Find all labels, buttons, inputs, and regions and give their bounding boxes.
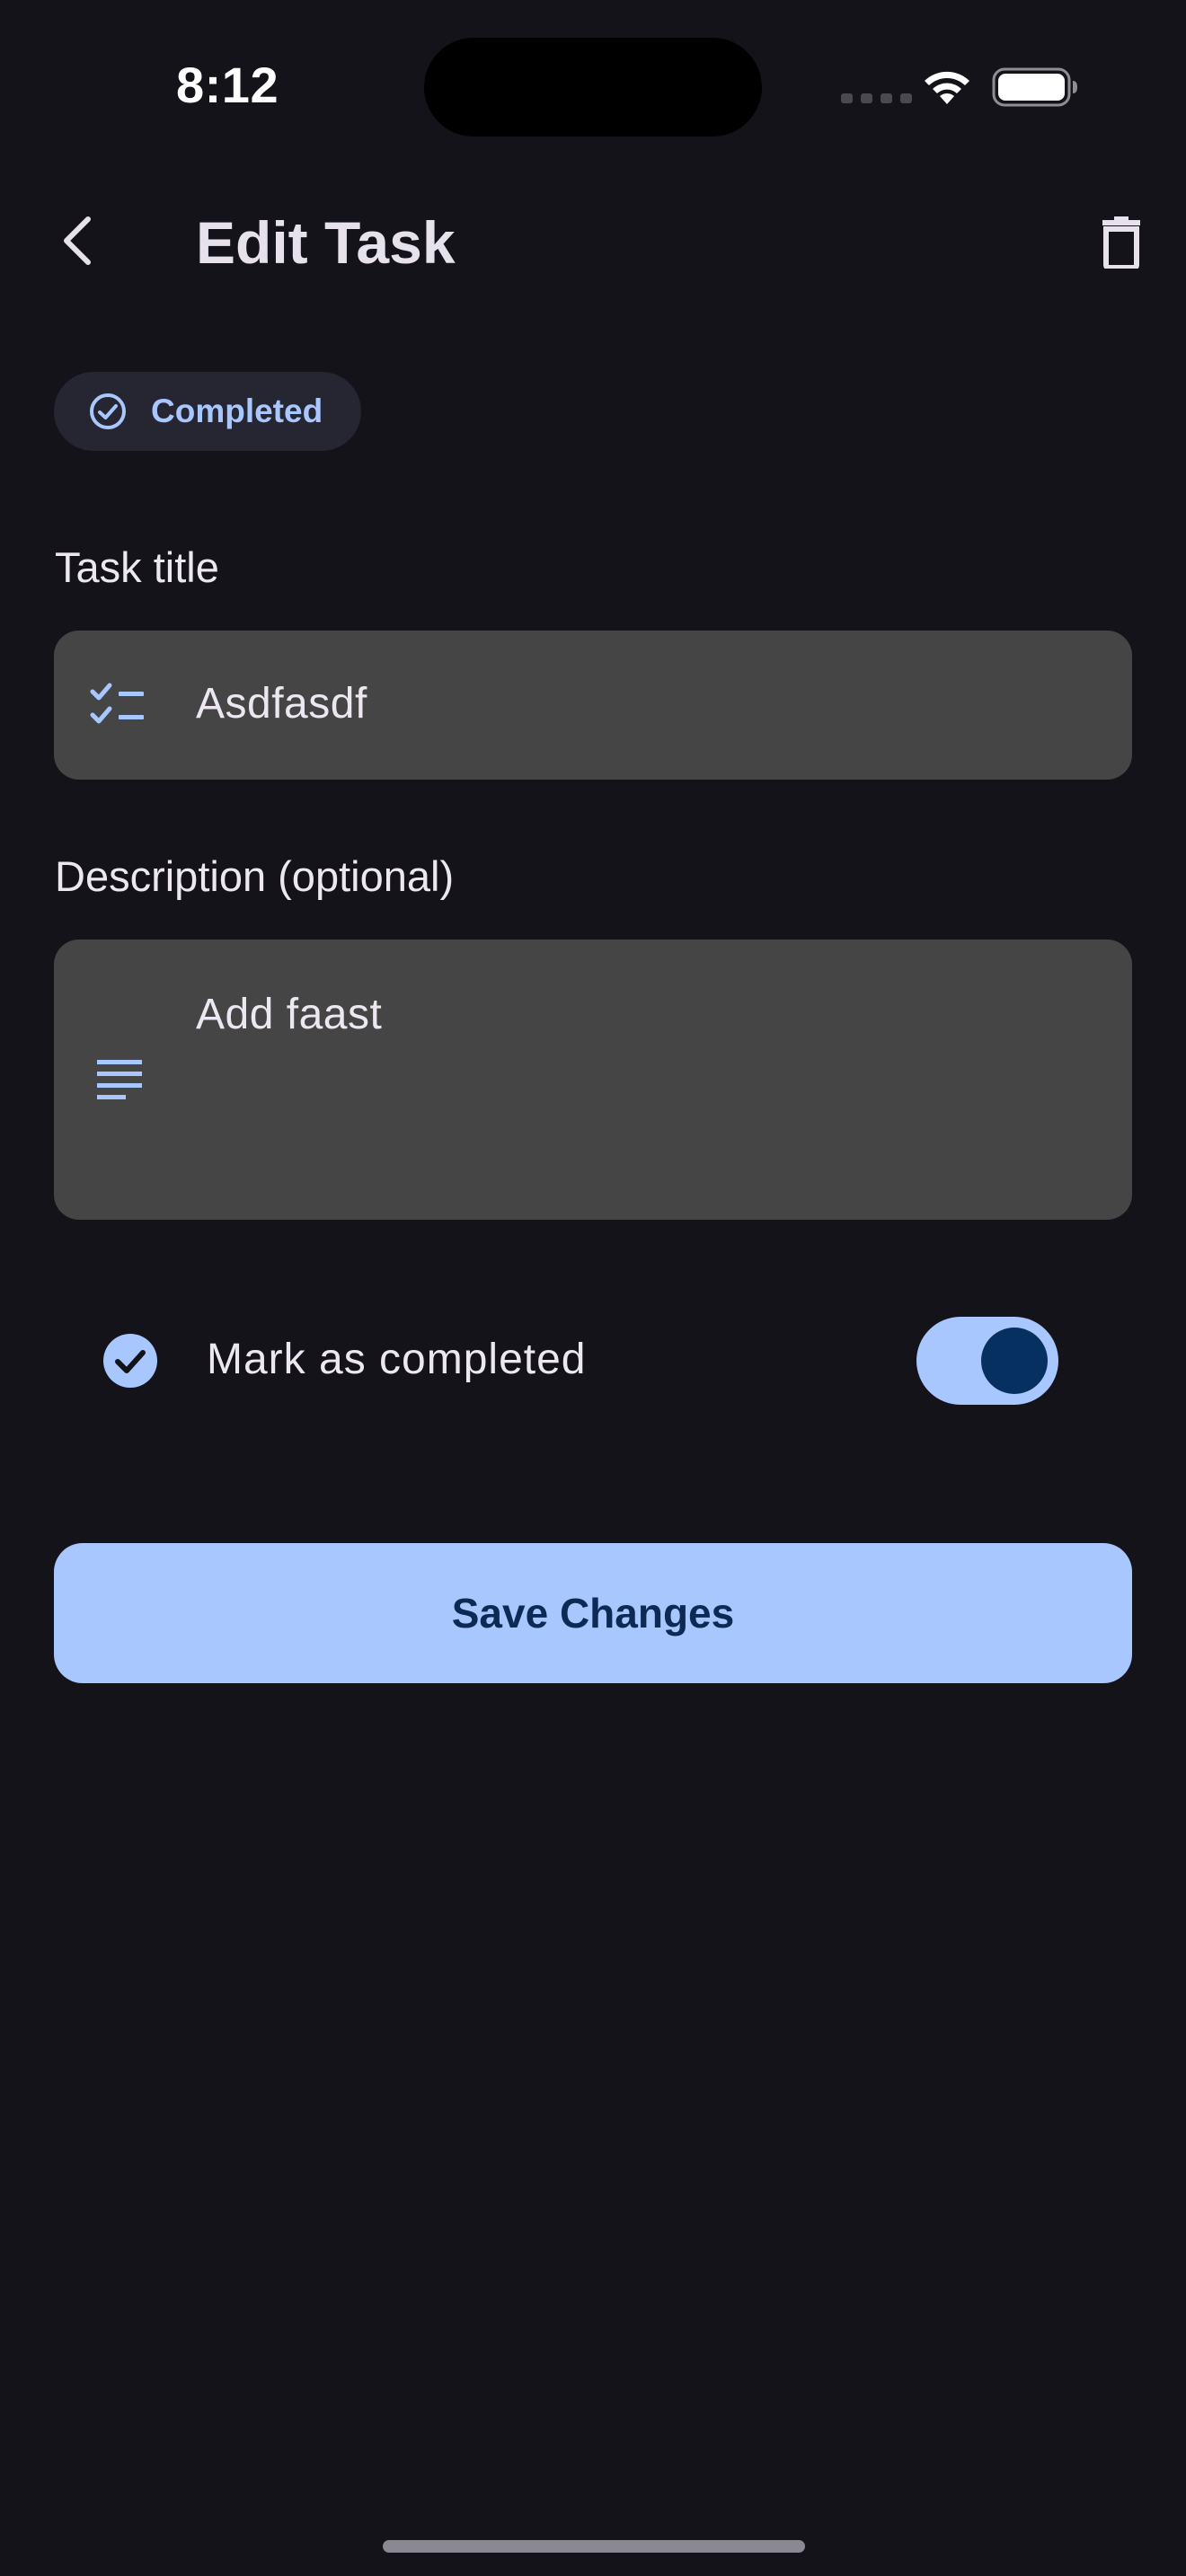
- notes-lines-icon: [97, 1060, 142, 1099]
- save-changes-button[interactable]: Save Changes: [54, 1543, 1132, 1683]
- mark-completed-toggle[interactable]: [916, 1317, 1058, 1405]
- checklist-icon: [90, 683, 144, 724]
- check-circle-filled-icon: [103, 1334, 157, 1388]
- description-value: Add faast: [196, 991, 383, 1038]
- page-title: Edit Task: [196, 209, 456, 276]
- check-circle-outline-icon: [90, 393, 126, 429]
- task-title-value: Asdfasdf: [196, 680, 367, 728]
- task-title-label: Task title: [55, 543, 219, 591]
- delete-button[interactable]: [1084, 205, 1159, 280]
- description-input[interactable]: Add faast: [54, 940, 1132, 1220]
- task-title-input[interactable]: Asdfasdf: [54, 631, 1132, 780]
- cellular-signal-icon: [841, 93, 912, 103]
- edit-task-screen: 8:12 Edit Task Completed Task title Asdf…: [0, 0, 1186, 2576]
- status-chip: Completed: [54, 372, 361, 451]
- home-indicator[interactable]: [383, 2540, 805, 2553]
- dynamic-island: [424, 38, 762, 137]
- trash-icon: [1102, 216, 1140, 269]
- mark-completed-row[interactable]: Mark as completed: [54, 1293, 1132, 1428]
- chevron-left-icon: [64, 216, 91, 265]
- status-chip-label: Completed: [151, 393, 323, 429]
- status-bar-time: 8:12: [176, 57, 279, 113]
- back-button[interactable]: [40, 203, 115, 278]
- battery-icon: [992, 67, 1077, 107]
- wifi-icon: [925, 71, 969, 104]
- toggle-thumb: [981, 1328, 1048, 1394]
- mark-completed-label: Mark as completed: [207, 1336, 587, 1383]
- description-label: Description (optional): [55, 852, 455, 900]
